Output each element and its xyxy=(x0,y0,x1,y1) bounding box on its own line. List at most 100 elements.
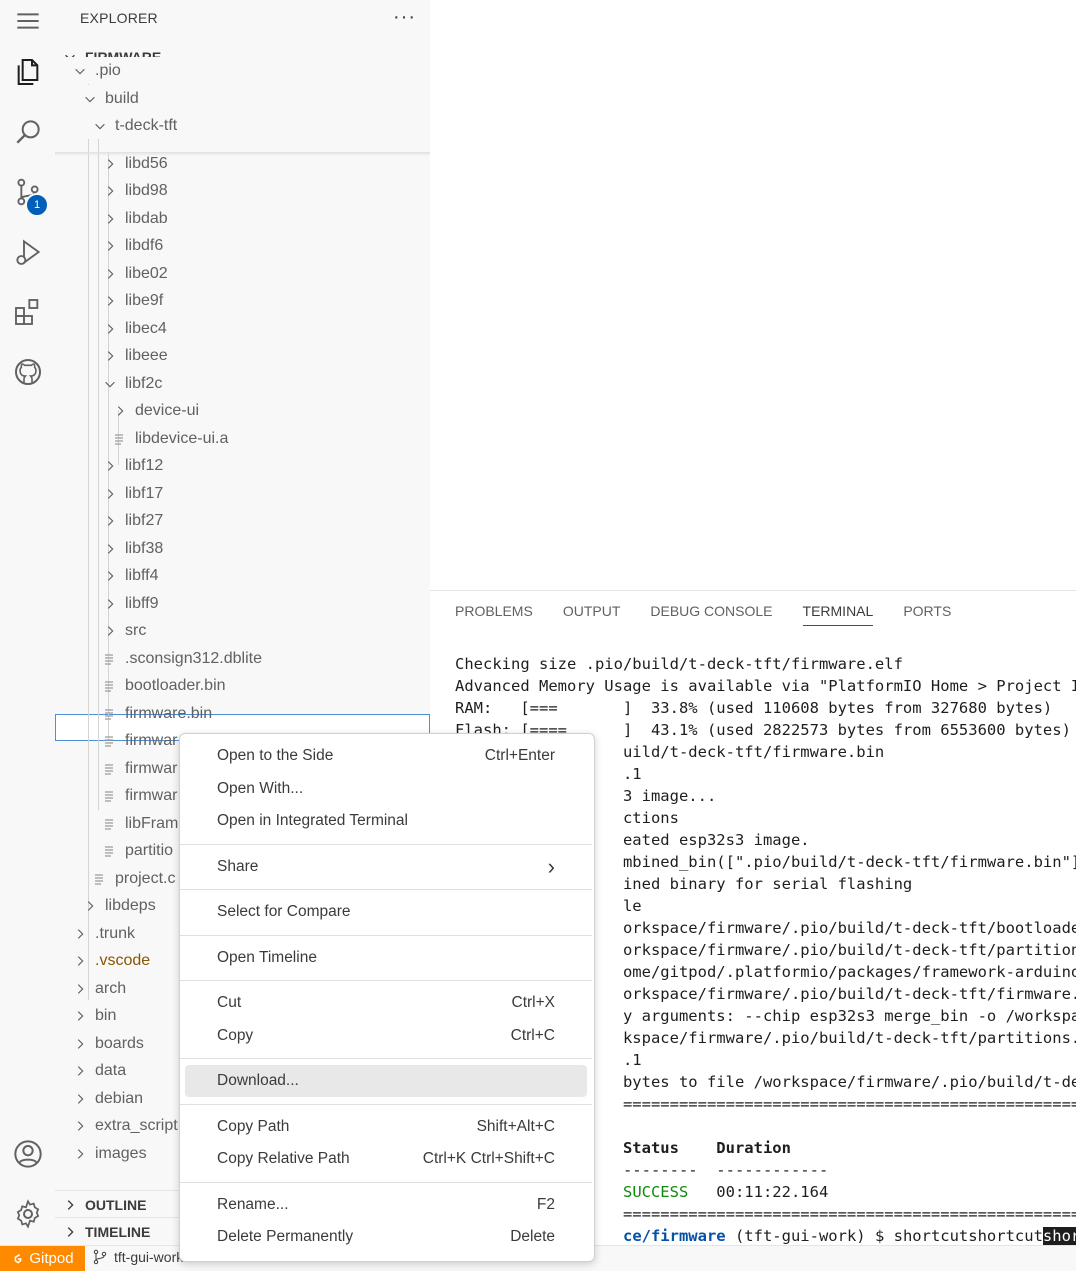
tree-item-label: debian xyxy=(95,1089,144,1107)
settings-gear-icon[interactable] xyxy=(8,1194,48,1234)
tree-item-label: .vscode xyxy=(95,952,151,969)
menu-item-copy[interactable]: Copy Ctrl+C xyxy=(185,1020,587,1052)
tree-folder-item[interactable]: libf12 xyxy=(55,453,430,480)
branch-indicator[interactable]: tft-gui-work xyxy=(92,1249,183,1265)
tree-item-label: src xyxy=(125,622,147,639)
explorer-icon[interactable] xyxy=(8,52,48,92)
tree-item-label: libec4 xyxy=(125,319,167,337)
tree-folder-item[interactable]: build xyxy=(55,85,430,112)
file-icon xyxy=(93,872,105,886)
tree-item-label: .pio xyxy=(95,61,121,79)
tab-debug-console[interactable]: DEBUG CONSOLE xyxy=(650,603,772,626)
chevron-right-icon xyxy=(103,624,117,638)
menu-item-share[interactable]: Share › xyxy=(185,851,587,883)
menu-item-open-with[interactable]: Open With... xyxy=(185,773,587,805)
menu-item-label: Share xyxy=(217,857,259,875)
panel-tabs: PROBLEMS OUTPUT DEBUG CONSOLE TERMINAL P… xyxy=(455,603,981,626)
tree-folder-item[interactable]: libe02 xyxy=(55,260,430,287)
menu-item-shortcut: Shift+Alt+C xyxy=(476,1117,555,1135)
tree-folder-item[interactable]: libe9f xyxy=(55,288,430,315)
menu-item-label: Cut xyxy=(217,994,242,1011)
explorer-title: EXPLORER xyxy=(80,10,158,26)
github-icon[interactable] xyxy=(8,352,48,392)
editor-area xyxy=(430,0,1076,590)
menu-icon[interactable] xyxy=(8,6,48,36)
menu-separator xyxy=(180,1058,592,1059)
chevron-right-icon xyxy=(63,1198,77,1212)
file-icon xyxy=(103,679,115,693)
tree-folder-item[interactable]: libf2c xyxy=(55,370,430,397)
menu-item-open-timeline[interactable]: Open Timeline xyxy=(185,942,587,974)
menu-item-copy-path[interactable]: Copy Path Shift+Alt+C xyxy=(185,1111,587,1143)
tree-item-label: device-ui xyxy=(135,402,200,419)
tree-folder-item[interactable]: libf17 xyxy=(55,480,430,507)
menu-item-select-for-compare[interactable]: Select for Compare xyxy=(185,896,587,928)
search-icon[interactable] xyxy=(8,112,48,152)
tree-file-item[interactable]: libdevice-ui.a xyxy=(55,425,430,452)
chevron-right-icon xyxy=(63,1225,77,1239)
activity-bar: 1 xyxy=(0,0,55,1245)
chevron-right-icon xyxy=(103,184,117,198)
tree-file-item[interactable]: bootloader.bin xyxy=(55,673,430,700)
chevron-right-icon xyxy=(73,1092,87,1106)
gitpod-button[interactable]: Gitpod xyxy=(0,1246,85,1271)
tab-terminal[interactable]: TERMINAL xyxy=(802,603,874,626)
tab-ports[interactable]: PORTS xyxy=(903,603,951,626)
tree-item-label: libd98 xyxy=(125,182,168,199)
context-menu: Open to the Side Ctrl+Enter Open With... Op… xyxy=(179,733,595,1262)
tab-problems[interactable]: PROBLEMS xyxy=(455,603,533,626)
chevron-right-icon xyxy=(103,514,117,528)
tree-folder-item[interactable]: libeee xyxy=(55,343,430,370)
menu-item-shortcut: Ctrl+C xyxy=(510,1026,555,1044)
menu-item-rename[interactable]: Rename... F2 xyxy=(185,1189,587,1221)
tree-item-label: libdab xyxy=(125,209,168,227)
menu-item-delete-permanently[interactable]: Delete Permanently Delete xyxy=(185,1221,587,1253)
more-actions-icon[interactable]: ··· xyxy=(393,6,416,29)
tree-file-item[interactable]: firmware.bin xyxy=(55,700,430,727)
menu-item-shortcut: Ctrl+Enter xyxy=(484,747,555,764)
tab-output[interactable]: OUTPUT xyxy=(563,603,621,626)
menu-item-label: Open With... xyxy=(217,779,304,797)
tree-file-item[interactable]: .sconsign312.dblite xyxy=(55,645,430,672)
tree-item-label: bootloader.bin xyxy=(125,677,226,694)
tree-folder-item[interactable]: libff4 xyxy=(55,563,430,590)
tree-folder-item[interactable]: device-ui xyxy=(55,398,430,425)
tree-folder-item[interactable]: libf38 xyxy=(55,535,430,562)
chevron-right-icon xyxy=(103,597,117,611)
prompt-text: (tft-gui-work) $ shortcutshortcut xyxy=(725,1227,1043,1245)
menu-separator xyxy=(180,934,592,936)
tree-folder-item[interactable]: libd98 xyxy=(55,178,430,205)
menu-separator xyxy=(180,1181,592,1183)
tree-folder-item[interactable]: t-deck-tft xyxy=(55,112,430,139)
chevron-right-icon xyxy=(103,459,117,473)
tree-folder-item[interactable]: .pio xyxy=(55,57,430,84)
chevron-right-icon xyxy=(73,1037,87,1051)
tree-item-label: firmware.bin xyxy=(125,704,213,722)
menu-item-cut[interactable]: Cut Ctrl+X xyxy=(185,987,587,1019)
menu-item-download[interactable]: Download... xyxy=(185,1065,587,1097)
tree-folder-item[interactable]: libec4 xyxy=(55,315,430,342)
chevron-down-icon xyxy=(83,92,97,106)
prompt-path: ce/firmware xyxy=(622,1227,726,1245)
tree-folder-item[interactable]: libdab xyxy=(55,205,430,232)
chevron-right-icon xyxy=(103,542,117,556)
menu-item-copy-relative-path[interactable]: Copy Relative Path Ctrl+K Ctrl+Shift+C xyxy=(185,1143,587,1175)
tree-folder-item[interactable]: src xyxy=(55,618,430,645)
source-control-badge: 1 xyxy=(25,193,49,217)
chevron-right-icon xyxy=(73,982,87,996)
run-debug-icon[interactable] xyxy=(8,232,48,272)
file-icon xyxy=(103,707,115,721)
chevron-right-icon xyxy=(103,267,117,281)
tree-folder-item[interactable]: libf27 xyxy=(55,508,430,535)
tree-item-label: libdeps xyxy=(105,897,156,914)
menu-item-label: Open Timeline xyxy=(217,948,317,966)
tree-folder-item[interactable]: libdf6 xyxy=(55,233,430,260)
menu-item-open-to-the-side[interactable]: Open to the Side Ctrl+Enter xyxy=(185,740,587,772)
menu-separator xyxy=(180,843,592,845)
menu-item-open-in-integrated-terminal[interactable]: Open in Integrated Terminal xyxy=(185,805,587,837)
menu-item-label: Copy Path xyxy=(217,1117,290,1135)
tree-item-label: libdevice-ui.a xyxy=(135,429,229,447)
extensions-icon[interactable] xyxy=(8,292,48,332)
tree-folder-item[interactable]: libff9 xyxy=(55,590,430,617)
account-icon[interactable] xyxy=(8,1134,48,1174)
